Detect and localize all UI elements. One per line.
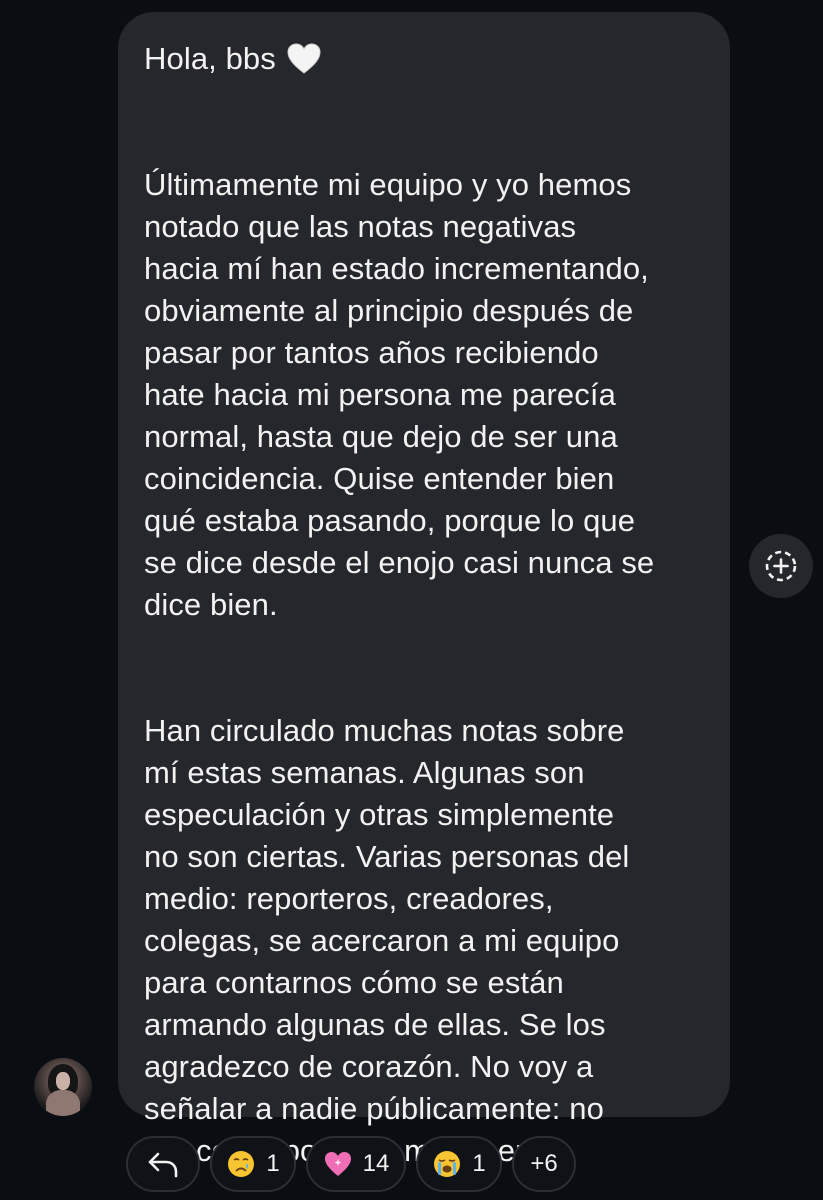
reactions-bar: 1 14 1 +6: [126, 1136, 576, 1192]
avatar[interactable]: [34, 1058, 92, 1116]
white-heart-icon: [287, 43, 321, 74]
dashed-circle-plus-icon: [765, 550, 797, 582]
more-reactions-label: +6: [530, 1150, 558, 1177]
reply-arrow-icon: [148, 1152, 178, 1178]
reaction-sparkling-heart[interactable]: 14: [306, 1136, 406, 1192]
reaction-count: 14: [362, 1150, 390, 1177]
add-reaction-button[interactable]: [749, 534, 813, 598]
message-paragraph-2: Han circulado muchas notas sobre mí esta…: [144, 713, 630, 1168]
message-paragraph-1: Últimamente mi equipo y yo hemos notado …: [144, 167, 655, 622]
reaction-count: 1: [472, 1150, 486, 1177]
reaction-count: 1: [266, 1150, 280, 1177]
sparkling-heart-icon: [324, 1152, 351, 1176]
message-bubble[interactable]: Hola, bbs Últimamente mi equipo y yo hem…: [118, 12, 730, 1168]
loudly-crying-face-icon: [434, 1151, 461, 1177]
crying-face-icon: [228, 1151, 255, 1177]
more-reactions-button[interactable]: +6: [512, 1136, 576, 1192]
reaction-loudly-crying-face[interactable]: 1: [416, 1136, 502, 1192]
reaction-crying-face[interactable]: 1: [210, 1136, 296, 1192]
greeting-text: Hola, bbs: [144, 41, 276, 76]
greeting-line: Hola, bbs: [144, 38, 704, 80]
reply-button[interactable]: [126, 1136, 200, 1192]
